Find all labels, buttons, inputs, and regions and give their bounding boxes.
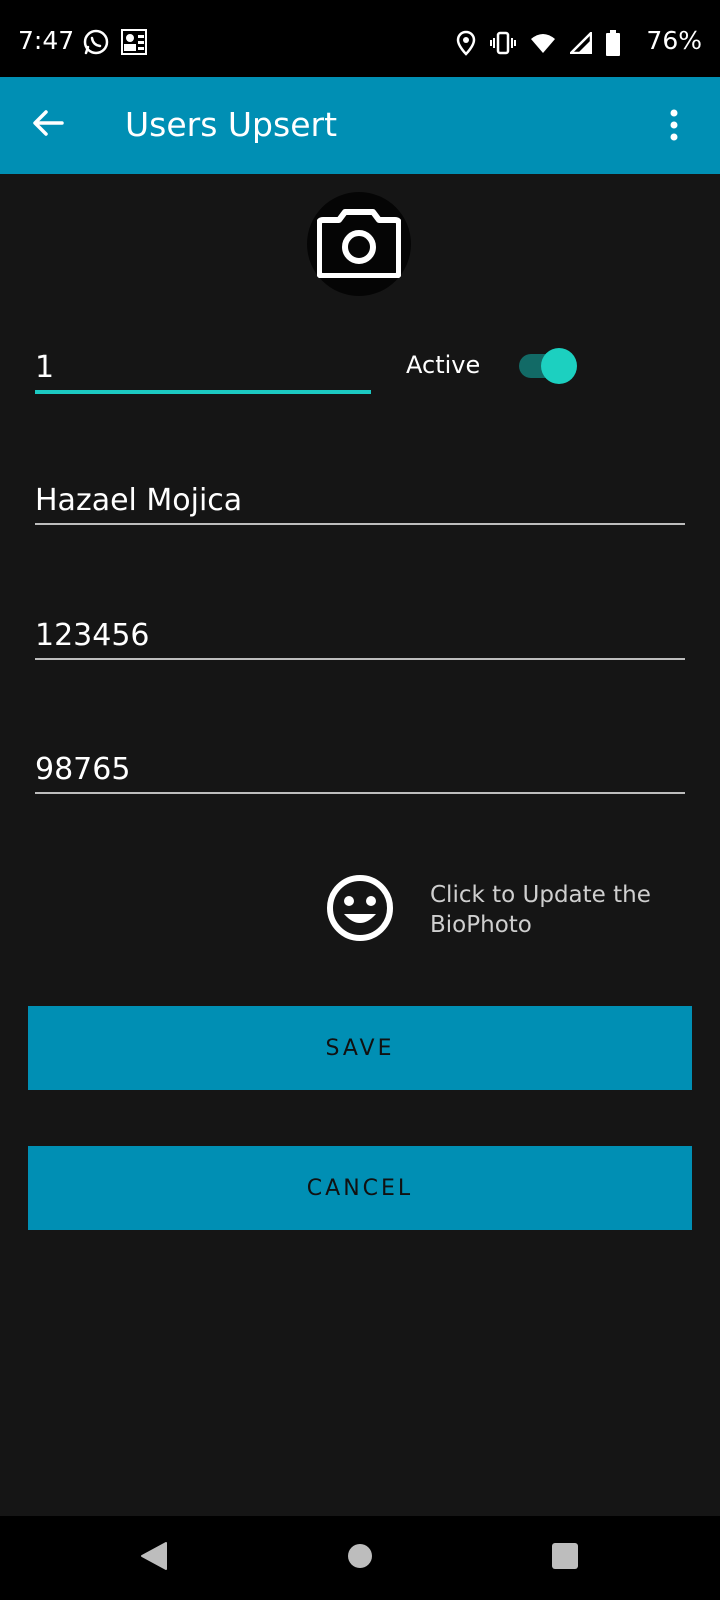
screen: 7:47 76% Users Upsert 1 Active Hazael Mo… bbox=[0, 0, 720, 1600]
wifi-icon bbox=[530, 32, 556, 58]
back-button[interactable] bbox=[28, 105, 68, 145]
status-right-icons bbox=[456, 30, 620, 60]
camera-photo-button[interactable] bbox=[307, 192, 411, 296]
nav-home-button[interactable] bbox=[338, 1536, 382, 1580]
triangle-back-icon bbox=[140, 1541, 168, 1575]
biophoto-button[interactable] bbox=[326, 874, 394, 942]
code-field bbox=[35, 612, 685, 660]
name-field bbox=[35, 477, 685, 525]
navigation-bar bbox=[0, 1516, 720, 1600]
cancel-button[interactable]: CANCEL bbox=[28, 1146, 692, 1230]
contact-card-icon bbox=[120, 28, 148, 60]
battery-icon bbox=[606, 30, 620, 60]
save-button[interactable]: SAVE bbox=[28, 1006, 692, 1090]
id-field bbox=[35, 344, 371, 394]
active-switch[interactable] bbox=[517, 348, 577, 384]
status-bar: 7:47 76% bbox=[0, 0, 720, 77]
vibrate-icon bbox=[490, 31, 516, 59]
app-bar: Users Upsert bbox=[0, 77, 720, 174]
status-time: 7:47 bbox=[18, 26, 75, 55]
overflow-menu-button[interactable] bbox=[664, 107, 684, 147]
nav-back-button[interactable] bbox=[132, 1536, 176, 1580]
arrow-left-icon bbox=[32, 109, 64, 141]
id-field-underline bbox=[35, 390, 371, 394]
pin-field-underline bbox=[35, 792, 685, 794]
signal-icon bbox=[569, 31, 593, 58]
nav-recents-button[interactable] bbox=[543, 1536, 587, 1580]
code-input[interactable] bbox=[35, 612, 685, 658]
circle-home-icon bbox=[346, 1542, 374, 1574]
code-field-underline bbox=[35, 658, 685, 660]
pin-field bbox=[35, 746, 685, 794]
whatsapp-icon bbox=[82, 28, 110, 60]
square-recents-icon bbox=[551, 1542, 579, 1574]
more-vert-icon bbox=[670, 109, 678, 145]
pin-input[interactable] bbox=[35, 746, 685, 792]
switch-thumb bbox=[541, 348, 577, 384]
location-icon bbox=[456, 30, 476, 60]
status-left-icons bbox=[82, 28, 148, 60]
camera-icon bbox=[316, 206, 402, 282]
active-label: Active bbox=[406, 351, 481, 379]
name-field-underline bbox=[35, 523, 685, 525]
smiley-face-icon bbox=[326, 875, 394, 946]
biophoto-hint: Click to Update the BioPhoto bbox=[430, 882, 651, 938]
battery-percent: 76% bbox=[646, 26, 702, 55]
id-input[interactable] bbox=[35, 344, 371, 390]
page-title: Users Upsert bbox=[125, 105, 338, 144]
name-input[interactable] bbox=[35, 477, 685, 523]
